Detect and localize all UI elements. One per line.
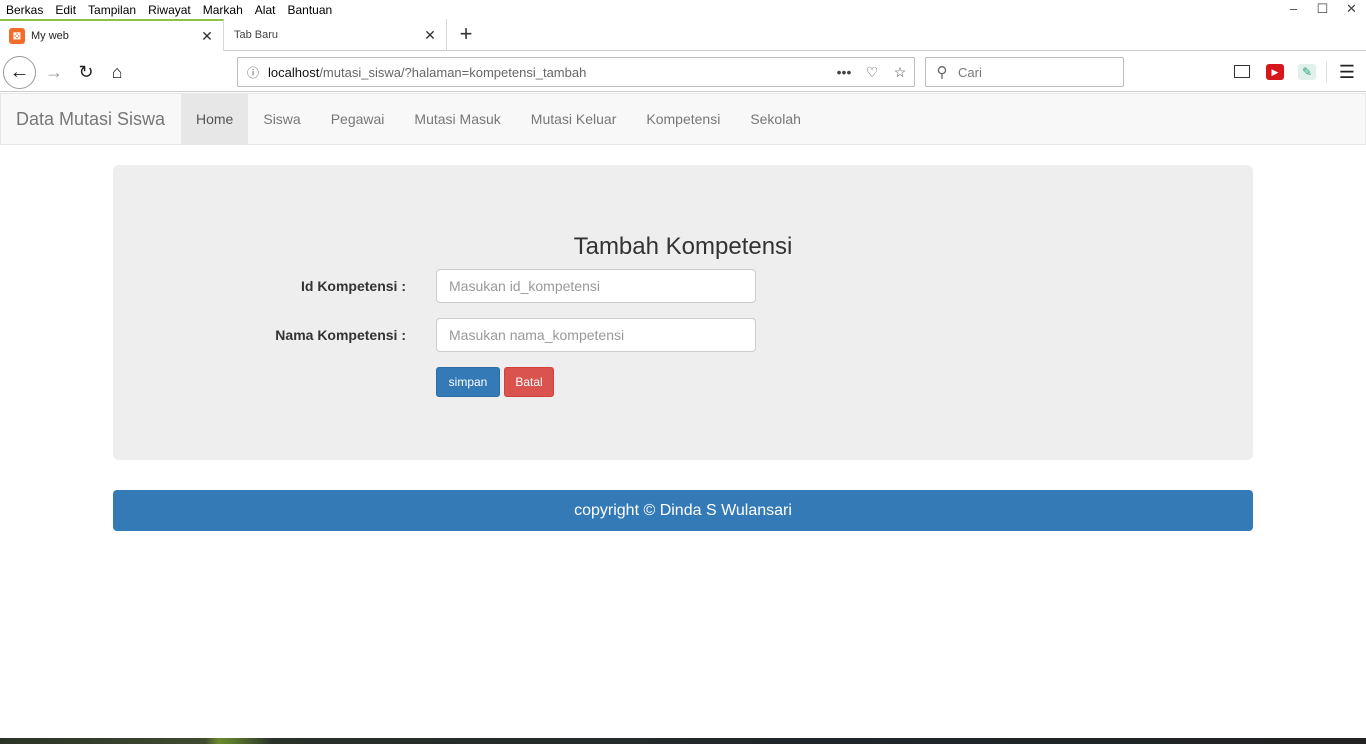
info-icon[interactable]: ⓘ bbox=[238, 64, 268, 81]
form-row-id: Id Kompetensi : bbox=[113, 269, 1253, 303]
close-tab-icon[interactable]: ✕ bbox=[420, 27, 440, 44]
tab-label: Tab Baru bbox=[234, 29, 279, 41]
nav-pegawai[interactable]: Pegawai bbox=[316, 94, 400, 144]
search-input[interactable]: ⚲ Cari bbox=[925, 57, 1124, 87]
menu-berkas[interactable]: Berkas bbox=[6, 3, 43, 17]
search-icon: ⚲ bbox=[936, 64, 948, 81]
nav-kompetensi[interactable]: Kompetensi bbox=[631, 94, 735, 144]
tab-strip: ⊠ My web ✕ Tab Baru ✕ + bbox=[0, 19, 1366, 51]
close-tab-icon[interactable]: ✕ bbox=[197, 28, 217, 45]
nav-mutasi-masuk[interactable]: Mutasi Masuk bbox=[399, 94, 515, 144]
sidebar-icon[interactable] bbox=[1234, 65, 1250, 78]
url-path: /mutasi_siswa/?halaman=kompetensi_tambah bbox=[319, 64, 587, 80]
pocket-icon[interactable]: ♡ bbox=[858, 64, 886, 81]
browser-toolbar: ← → ↻ ⌂ ⓘ localhost /mutasi_siswa/?halam… bbox=[0, 52, 1366, 92]
menu-edit[interactable]: Edit bbox=[55, 3, 76, 17]
menu-markah[interactable]: Markah bbox=[203, 3, 243, 17]
tab-label: My web bbox=[31, 30, 69, 42]
id-kompetensi-label: Id Kompetensi : bbox=[300, 278, 406, 294]
form-panel: Tambah Kompetensi Id Kompetensi : Nama K… bbox=[113, 165, 1253, 460]
site-brand[interactable]: Data Mutasi Siswa bbox=[1, 94, 181, 144]
maximize-icon[interactable]: ☐ bbox=[1308, 0, 1337, 19]
forward-arrow-icon[interactable]: → bbox=[42, 60, 66, 84]
minimize-icon[interactable]: – bbox=[1279, 0, 1308, 19]
paperclip-icon[interactable]: ✎ bbox=[1298, 64, 1316, 80]
close-window-icon[interactable]: ✕ bbox=[1337, 0, 1366, 19]
cancel-button[interactable]: Batal bbox=[504, 367, 554, 397]
home-icon[interactable]: ⌂ bbox=[105, 60, 129, 84]
menu-bantuan[interactable]: Bantuan bbox=[287, 3, 332, 17]
page-title: Tambah Kompetensi bbox=[573, 233, 793, 260]
url-host: localhost bbox=[268, 64, 320, 80]
tab-my-web[interactable]: ⊠ My web ✕ bbox=[0, 19, 224, 51]
search-placeholder: Cari bbox=[958, 64, 982, 80]
bookmark-star-icon[interactable]: ☆ bbox=[886, 64, 914, 81]
save-button[interactable]: simpan bbox=[436, 367, 500, 397]
xampp-favicon-icon: ⊠ bbox=[9, 28, 25, 44]
new-tab-plus-icon[interactable]: + bbox=[454, 21, 478, 49]
menu-alat[interactable]: Alat bbox=[255, 3, 276, 17]
site-navbar: Data Mutasi Siswa Home Siswa Pegawai Mut… bbox=[0, 93, 1366, 145]
page-actions-icon[interactable]: ••• bbox=[830, 64, 858, 80]
window-controls: – ☐ ✕ bbox=[1279, 0, 1366, 19]
menu-riwayat[interactable]: Riwayat bbox=[148, 3, 191, 17]
back-arrow-icon[interactable]: ← bbox=[3, 56, 36, 89]
footer-text: copyright © Dinda S Wulansari bbox=[574, 501, 792, 519]
nav-sekolah[interactable]: Sekolah bbox=[735, 94, 816, 144]
url-bar[interactable]: ⓘ localhost /mutasi_siswa/?halaman=kompe… bbox=[237, 57, 915, 87]
form-row-nama: Nama Kompetensi : bbox=[113, 318, 1253, 352]
menu-tampilan[interactable]: Tampilan bbox=[88, 3, 136, 17]
footer: copyright © Dinda S Wulansari bbox=[113, 490, 1253, 531]
id-kompetensi-input[interactable] bbox=[436, 269, 756, 303]
nama-kompetensi-input[interactable] bbox=[436, 318, 756, 352]
hamburger-menu-icon[interactable]: ☰ bbox=[1337, 62, 1357, 82]
nav-home[interactable]: Home bbox=[181, 94, 249, 144]
tab-tab-baru[interactable]: Tab Baru ✕ bbox=[225, 19, 447, 51]
os-taskbar bbox=[0, 738, 1366, 744]
youtube-icon[interactable]: ▶ bbox=[1266, 64, 1284, 80]
nav-siswa[interactable]: Siswa bbox=[248, 94, 315, 144]
form-actions: simpan Batal bbox=[113, 367, 1253, 401]
nav-mutasi-keluar[interactable]: Mutasi Keluar bbox=[516, 94, 632, 144]
browser-menubar: Berkas Edit Tampilan Riwayat Markah Alat… bbox=[0, 0, 1366, 19]
nama-kompetensi-label: Nama Kompetensi : bbox=[275, 327, 406, 343]
reload-icon[interactable]: ↻ bbox=[74, 60, 98, 84]
toolbar-divider bbox=[1326, 62, 1327, 82]
